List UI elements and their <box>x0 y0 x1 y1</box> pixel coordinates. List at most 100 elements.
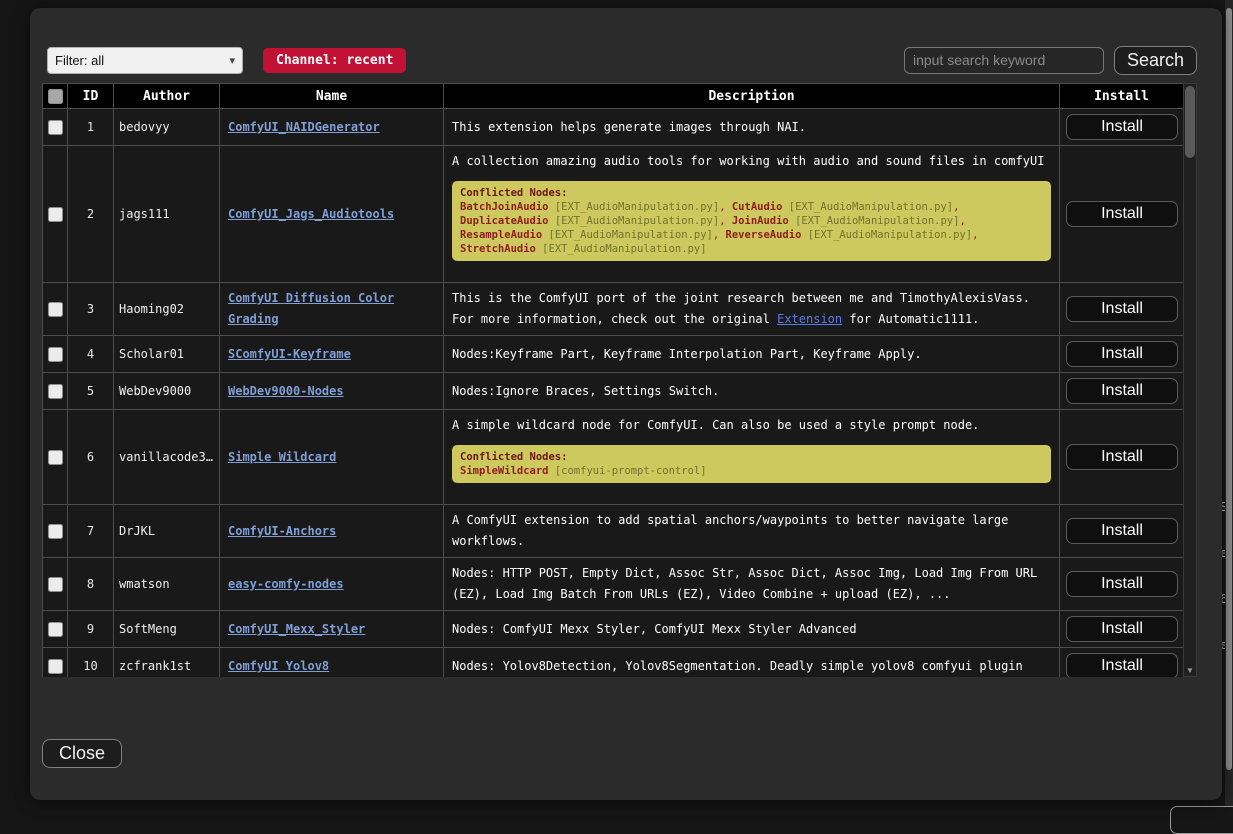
row-description: This is the ComfyUI port of the joint re… <box>452 288 1051 330</box>
table-body: 1 bedovyy ComfyUI_NAIDGenerator This ext… <box>43 109 1184 678</box>
row-name-link[interactable]: ComfyUI-Anchors <box>228 524 336 538</box>
row-id: 8 <box>68 558 114 611</box>
nodes-table: ID Author Name Description Install 1 bed… <box>42 83 1183 677</box>
filter-select-value: Filter: all <box>55 53 104 68</box>
row-author: jags111 <box>114 146 220 283</box>
install-button[interactable]: Install <box>1066 201 1178 227</box>
row-name-link[interactable]: SComfyUI-Keyframe <box>228 347 351 361</box>
conflicted-nodes-list: BatchJoinAudio [EXT_AudioManipulation.py… <box>460 200 1043 256</box>
row-id: 1 <box>68 109 114 146</box>
page-scrollbar[interactable] <box>1225 0 1233 815</box>
row-author: zcfrank1st <box>114 648 220 678</box>
table-row: 7 DrJKL ComfyUI-Anchors A ComfyUI extens… <box>43 505 1184 558</box>
row-checkbox[interactable] <box>48 659 63 674</box>
nodes-table-area: ID Author Name Description Install 1 bed… <box>42 83 1197 677</box>
toolbar: Filter: all ▾ Channel: recent Search <box>47 46 1197 74</box>
header-name: Name <box>220 84 444 109</box>
install-button[interactable]: Install <box>1066 114 1178 140</box>
conflicted-nodes-title: Conflicted Nodes: <box>460 186 1043 200</box>
conflicted-nodes-title: Conflicted Nodes: <box>460 450 1043 464</box>
row-checkbox[interactable] <box>48 302 63 317</box>
search-input[interactable] <box>904 47 1104 74</box>
row-id: 4 <box>68 336 114 373</box>
row-author: DrJKL <box>114 505 220 558</box>
row-description: Nodes:Ignore Braces, Settings Switch. <box>452 381 1051 402</box>
table-row: 4 Scholar01 SComfyUI-Keyframe Nodes:Keyf… <box>43 336 1184 373</box>
conflicted-nodes-box: Conflicted Nodes:BatchJoinAudio [EXT_Aud… <box>452 181 1051 261</box>
row-checkbox[interactable] <box>48 524 63 539</box>
row-name-link[interactable]: ComfyUI_Jags_Audiotools <box>228 207 394 221</box>
page-scrollbar-thumb[interactable] <box>1226 8 1232 770</box>
row-author: vanillacode314 <box>114 410 220 505</box>
install-button[interactable]: Install <box>1066 378 1178 404</box>
row-id: 3 <box>68 283 114 336</box>
row-author: bedovyy <box>114 109 220 146</box>
row-id: 6 <box>68 410 114 505</box>
row-description: A simple wildcard node for ComfyUI. Can … <box>452 415 1051 436</box>
row-description: Nodes: ComfyUI Mexx Styler, ComfyUI Mexx… <box>452 619 1051 640</box>
install-button[interactable]: Install <box>1066 616 1178 642</box>
table-row: 5 WebDev9000 WebDev9000-Nodes Nodes:Igno… <box>43 373 1184 410</box>
row-checkbox[interactable] <box>48 577 63 592</box>
header-id: ID <box>68 84 114 109</box>
row-author: wmatson <box>114 558 220 611</box>
row-description: A collection amazing audio tools for wor… <box>452 151 1051 172</box>
header-install: Install <box>1060 84 1184 109</box>
table-row: 8 wmatson easy-comfy-nodes Nodes: HTTP P… <box>43 558 1184 611</box>
row-name-link[interactable]: WebDev9000-Nodes <box>228 384 344 398</box>
description-link[interactable]: Extension <box>777 312 842 326</box>
row-checkbox[interactable] <box>48 347 63 362</box>
header-author: Author <box>114 84 220 109</box>
row-name-link[interactable]: Simple Wildcard <box>228 450 336 464</box>
row-id: 2 <box>68 146 114 283</box>
table-row: 6 vanillacode314 Simple Wildcard A simpl… <box>43 410 1184 505</box>
row-name-link[interactable]: ComfyUI_Mexx_Styler <box>228 622 365 636</box>
row-checkbox[interactable] <box>48 384 63 399</box>
install-button[interactable]: Install <box>1066 518 1178 544</box>
conflicted-nodes-list: SimpleWildcard [comfyui-prompt-control] <box>460 464 1043 478</box>
row-author: Scholar01 <box>114 336 220 373</box>
header-description: Description <box>444 84 1060 109</box>
table-scrollbar[interactable]: ▼ <box>1183 83 1197 677</box>
row-checkbox[interactable] <box>48 207 63 222</box>
table-row: 1 bedovyy ComfyUI_NAIDGenerator This ext… <box>43 109 1184 146</box>
background-button-fragment <box>1170 806 1233 834</box>
filter-select[interactable]: Filter: all ▾ <box>47 47 243 74</box>
install-button[interactable]: Install <box>1066 296 1178 322</box>
row-checkbox[interactable] <box>48 622 63 637</box>
row-name-link[interactable]: easy-comfy-nodes <box>228 577 344 591</box>
row-description: Nodes:Keyframe Part, Keyframe Interpolat… <box>452 344 1051 365</box>
table-row: 2 jags111 ComfyUI_Jags_Audiotools A coll… <box>43 146 1184 283</box>
row-description: Nodes: HTTP POST, Empty Dict, Assoc Str,… <box>452 563 1051 605</box>
table-row: 9 SoftMeng ComfyUI_Mexx_Styler Nodes: Co… <box>43 611 1184 648</box>
table-scrollbar-thumb[interactable] <box>1185 86 1195 158</box>
row-author: Haoming02 <box>114 283 220 336</box>
install-button[interactable]: Install <box>1066 653 1178 677</box>
install-button[interactable]: Install <box>1066 341 1178 367</box>
install-button[interactable]: Install <box>1066 571 1178 597</box>
nodes-table-viewport: ID Author Name Description Install 1 bed… <box>42 83 1183 677</box>
install-button[interactable]: Install <box>1066 444 1178 470</box>
table-row: 10 zcfrank1st ComfyUI Yolov8 Nodes: Yolo… <box>43 648 1184 678</box>
row-author: SoftMeng <box>114 611 220 648</box>
row-checkbox[interactable] <box>48 450 63 465</box>
row-id: 10 <box>68 648 114 678</box>
row-checkbox[interactable] <box>48 120 63 135</box>
search-button[interactable]: Search <box>1114 46 1197 75</box>
row-id: 9 <box>68 611 114 648</box>
select-all-checkbox[interactable] <box>48 89 63 104</box>
scroll-down-arrow-icon[interactable]: ▼ <box>1186 667 1194 675</box>
channel-badge: Channel: recent <box>263 48 406 73</box>
row-description: This extension helps generate images thr… <box>452 117 1051 138</box>
row-description: Nodes: Yolov8Detection, Yolov8Segmentati… <box>452 656 1051 677</box>
chevron-down-icon: ▾ <box>229 54 235 67</box>
row-id: 5 <box>68 373 114 410</box>
row-name-link[interactable]: ComfyUI Diffusion Color Grading <box>228 291 394 326</box>
row-author: WebDev9000 <box>114 373 220 410</box>
close-button[interactable]: Close <box>42 739 122 768</box>
install-custom-nodes-dialog: Filter: all ▾ Channel: recent Search ID … <box>30 8 1222 800</box>
table-row: 3 Haoming02 ComfyUI Diffusion Color Grad… <box>43 283 1184 336</box>
row-name-link[interactable]: ComfyUI_NAIDGenerator <box>228 120 380 134</box>
row-name-link[interactable]: ComfyUI Yolov8 <box>228 659 329 673</box>
table-header-row: ID Author Name Description Install <box>43 84 1184 109</box>
